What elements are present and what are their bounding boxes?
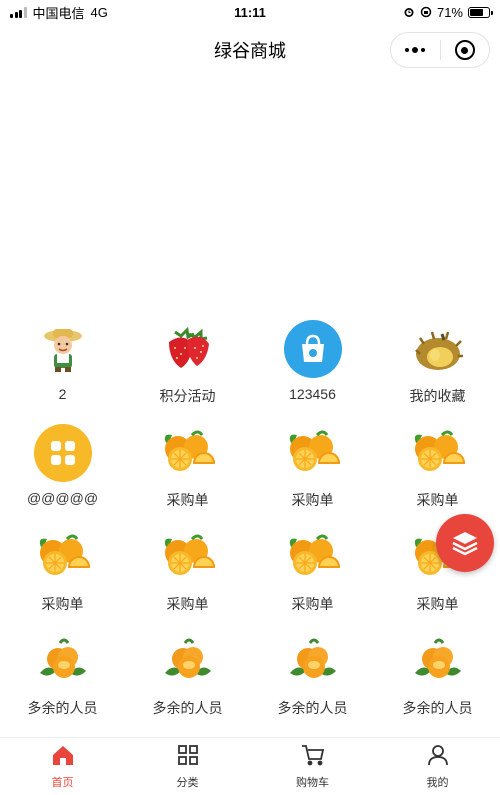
tab-home[interactable]: 首页 bbox=[0, 738, 125, 795]
grid-item[interactable]: 采购单 bbox=[375, 414, 500, 518]
grid-item-label: 2 bbox=[58, 386, 67, 402]
orange-icon bbox=[157, 528, 219, 586]
status-right: 71% bbox=[403, 4, 493, 20]
grid-item[interactable]: 采购单 bbox=[0, 518, 125, 622]
durian-icon bbox=[407, 320, 469, 378]
target-icon bbox=[454, 40, 475, 60]
nav-bar: 绿谷商城 bbox=[0, 24, 500, 76]
tab-label: 购物车 bbox=[296, 776, 329, 789]
grid-item-label: 多余的人员 bbox=[402, 700, 473, 716]
grid-item[interactable]: 采购单 bbox=[250, 518, 375, 622]
carrier-label: 中国电信 bbox=[32, 5, 85, 21]
tab-label: 我的 bbox=[426, 776, 449, 789]
grid-item[interactable]: 多余的人员 bbox=[250, 622, 375, 726]
orange-icon bbox=[282, 424, 344, 482]
mandarin-icon bbox=[157, 632, 219, 690]
tab-profile[interactable]: 我的 bbox=[375, 738, 500, 795]
home-icon bbox=[51, 744, 75, 771]
floating-layers-button[interactable] bbox=[436, 514, 494, 572]
grid-item[interactable]: 123456 bbox=[250, 310, 375, 414]
status-time: 11:11 bbox=[234, 4, 266, 20]
alarm-icon bbox=[404, 8, 414, 17]
tab-cart[interactable]: 购物车 bbox=[250, 738, 375, 795]
apps-grid-icon bbox=[32, 424, 94, 482]
grid-item-label: 采购单 bbox=[416, 596, 459, 612]
grid-item-label: 我的收藏 bbox=[409, 388, 466, 404]
grid-item[interactable]: 采购单 bbox=[125, 414, 250, 518]
orange-icon bbox=[407, 424, 469, 482]
more-dots-icon bbox=[405, 47, 426, 53]
grid-item-label: @@@@@ bbox=[26, 490, 99, 506]
tab-label: 分类 bbox=[176, 776, 199, 789]
grid-item[interactable]: 采购单 bbox=[250, 414, 375, 518]
orange-icon bbox=[282, 528, 344, 586]
more-button[interactable] bbox=[391, 33, 440, 67]
grid-item[interactable]: 多余的人员 bbox=[0, 622, 125, 726]
grid-item-label: 采购单 bbox=[291, 596, 334, 612]
grid-item-label: 多余的人员 bbox=[152, 700, 223, 716]
category-icon bbox=[177, 744, 199, 771]
shortcut-grid: 2 积分活动 123456 我的收藏 @@@@@ 采购单 采购单 采购单 采购单… bbox=[0, 310, 500, 726]
tab-bar: 首页 分类 购物车 我的 bbox=[0, 737, 500, 795]
battery-percent: 71% bbox=[436, 4, 463, 20]
grid-item[interactable]: 我的收藏 bbox=[375, 310, 500, 414]
grid-item[interactable]: 积分活动 bbox=[125, 310, 250, 414]
grid-item[interactable]: 多余的人员 bbox=[125, 622, 250, 726]
grid-item-label: 多余的人员 bbox=[277, 700, 348, 716]
orange-icon bbox=[32, 528, 94, 586]
mandarin-icon bbox=[282, 632, 344, 690]
profile-icon bbox=[427, 744, 449, 771]
status-left: 中国电信 4G bbox=[10, 3, 108, 22]
battery-icon bbox=[468, 6, 493, 18]
grid-item-label: 123456 bbox=[289, 386, 336, 402]
grid-item-label: 采购单 bbox=[291, 492, 334, 508]
layers-icon bbox=[452, 532, 478, 556]
grid-item-label: 采购单 bbox=[166, 492, 209, 508]
grid-item-label: 采购单 bbox=[41, 596, 84, 612]
close-mini-program-button[interactable] bbox=[441, 33, 490, 67]
tab-label: 首页 bbox=[51, 776, 74, 789]
rotation-lock-icon bbox=[420, 6, 432, 18]
grid-item-label: 采购单 bbox=[416, 492, 459, 508]
grid-item[interactable]: @@@@@ bbox=[0, 414, 125, 518]
cart-icon bbox=[301, 744, 325, 771]
orange-icon bbox=[157, 424, 219, 482]
network-label: 4G bbox=[90, 4, 108, 20]
page-title: 绿谷商城 bbox=[214, 41, 286, 61]
grid-item-label: 多余的人员 bbox=[27, 700, 98, 716]
strawberry-icon bbox=[157, 320, 219, 378]
grid-item-label: 积分活动 bbox=[159, 388, 216, 404]
mandarin-icon bbox=[407, 632, 469, 690]
status-bar: 中国电信 4G 11:11 71% bbox=[0, 0, 500, 24]
grid-item-label: 采购单 bbox=[166, 596, 209, 612]
mini-program-capsule bbox=[390, 32, 490, 68]
banner-area bbox=[0, 76, 500, 308]
grid-item[interactable]: 采购单 bbox=[125, 518, 250, 622]
grid-item[interactable]: 多余的人员 bbox=[375, 622, 500, 726]
farmer-icon bbox=[32, 320, 94, 378]
mandarin-icon bbox=[32, 632, 94, 690]
tab-category[interactable]: 分类 bbox=[125, 738, 250, 795]
shopping-bag-icon bbox=[282, 320, 344, 378]
signal-icon bbox=[10, 6, 27, 18]
grid-item[interactable]: 2 bbox=[0, 310, 125, 414]
